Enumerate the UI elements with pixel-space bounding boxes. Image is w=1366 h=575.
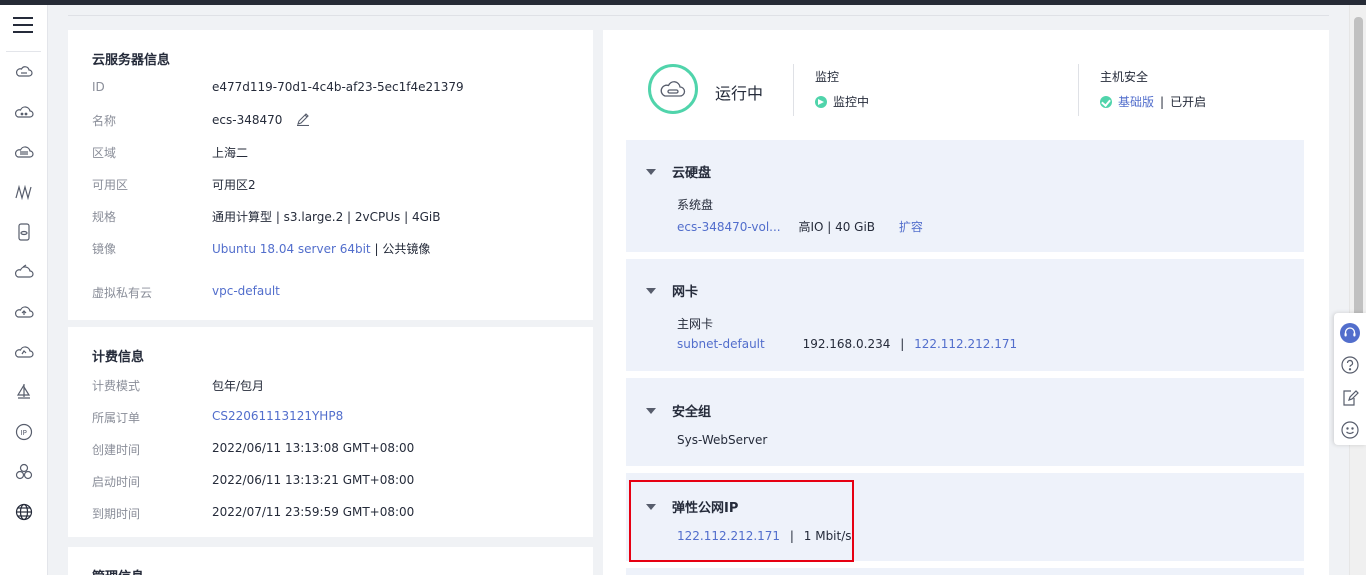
id-value: e477d119-70d1-4c4b-af23-5ec1f4e21379 bbox=[212, 80, 464, 94]
collapse-triangle-icon bbox=[646, 168, 656, 175]
az-value: 可用区2 bbox=[212, 178, 256, 192]
primary-nic-label: 主网卡 bbox=[677, 317, 714, 331]
host-security-status: 基础版 | 已开启 bbox=[1100, 93, 1206, 110]
management-info-card: 管理信息 bbox=[68, 547, 593, 575]
order-label: 所属订单 bbox=[92, 411, 141, 425]
edit-icon[interactable] bbox=[296, 112, 310, 127]
ip-icon[interactable]: IP bbox=[14, 422, 34, 442]
image-type: | 公共镜像 bbox=[370, 242, 431, 256]
help-icon[interactable] bbox=[1340, 355, 1360, 375]
highlight-box bbox=[629, 480, 854, 562]
monitor-value: 监控中 bbox=[833, 95, 870, 109]
rail-divider bbox=[6, 51, 41, 52]
name-value: ecs-348470 bbox=[212, 113, 283, 127]
billing-mode-value: 包年/包月 bbox=[212, 379, 265, 393]
menu-icon[interactable] bbox=[13, 17, 33, 35]
globe-icon[interactable] bbox=[14, 502, 34, 522]
security-group-panel: 安全组 Sys-WebServer bbox=[626, 378, 1304, 466]
disk-panel-toggle[interactable]: 云硬盘 bbox=[646, 162, 711, 181]
sailboat-icon[interactable] bbox=[14, 382, 34, 402]
cloud-sync-icon[interactable] bbox=[14, 262, 34, 282]
cloud-server-icon[interactable] bbox=[14, 62, 34, 82]
monitor-title: 监控 bbox=[815, 70, 840, 84]
header-divider bbox=[68, 15, 1329, 16]
image-label: 镜像 bbox=[92, 242, 117, 256]
running-status-icon bbox=[648, 64, 698, 114]
collapse-triangle-icon bbox=[646, 287, 656, 294]
image-link[interactable]: Ubuntu 18.04 server 64bit bbox=[212, 242, 371, 256]
left-nav-rail: IP bbox=[0, 5, 48, 575]
next-panel bbox=[626, 568, 1304, 575]
database-icon[interactable] bbox=[14, 222, 34, 242]
customer-service-icon[interactable] bbox=[1340, 323, 1360, 343]
feedback-icon[interactable] bbox=[1340, 388, 1360, 408]
flavor-label: 规格 bbox=[92, 210, 117, 224]
started-value: 2022/06/11 13:13:21 GMT+08:00 bbox=[212, 473, 415, 487]
created-label: 创建时间 bbox=[92, 443, 141, 457]
floating-toolbar bbox=[1334, 313, 1366, 445]
server-info-card: 云服务器信息 ID e477d119-70d1-4c4b-af23-5ec1f4… bbox=[68, 30, 593, 320]
disk-panel-title: 云硬盘 bbox=[672, 166, 712, 181]
subnet-link[interactable]: subnet-default bbox=[677, 337, 765, 351]
vpc-label: 虚拟私有云 bbox=[92, 286, 153, 300]
image-value-row: Ubuntu 18.04 server 64bit | 公共镜像 bbox=[212, 240, 430, 257]
order-link[interactable]: CS22061113121YHP8 bbox=[212, 409, 343, 423]
secgroup-panel-toggle[interactable]: 安全组 bbox=[646, 401, 711, 420]
flavor-value: 通用计算型 | s3.large.2 | 2vCPUs | 4GiB bbox=[212, 210, 441, 224]
management-info-title: 管理信息 bbox=[92, 566, 144, 575]
id-label: ID bbox=[92, 80, 105, 94]
disk-panel: 云硬盘 系统盘 ecs-348470-vol... 高IO | 40 GiB 扩… bbox=[626, 140, 1304, 252]
disk-spec: 高IO | 40 GiB bbox=[798, 220, 876, 234]
billing-mode-label: 计费模式 bbox=[92, 379, 141, 393]
expiry-value: 2022/07/11 23:59:59 GMT+08:00 bbox=[212, 505, 415, 519]
az-label: 可用区 bbox=[92, 178, 129, 192]
collapse-triangle-icon bbox=[646, 407, 656, 414]
check-icon bbox=[1100, 95, 1112, 108]
name-value-row: ecs-348470 bbox=[212, 112, 310, 127]
nic-panel-toggle[interactable]: 网卡 bbox=[646, 281, 698, 300]
chart-icon[interactable] bbox=[14, 182, 34, 202]
vpc-link[interactable]: vpc-default bbox=[212, 284, 280, 298]
security-enabled-value: 已开启 bbox=[1170, 95, 1207, 109]
nic-panel: 网卡 主网卡 subnet-default 192.168.0.234 | 12… bbox=[626, 259, 1304, 371]
security-edition-link[interactable]: 基础版 bbox=[1118, 93, 1154, 110]
status-divider-2 bbox=[1078, 64, 1079, 116]
running-status-text: 运行中 bbox=[715, 84, 764, 103]
svg-text:IP: IP bbox=[21, 429, 27, 437]
private-ip: 192.168.0.234 bbox=[802, 337, 891, 351]
system-disk-label: 系统盘 bbox=[677, 198, 714, 212]
nic-panel-title: 网卡 bbox=[672, 285, 699, 300]
expiry-label: 到期时间 bbox=[92, 507, 141, 521]
region-label: 区域 bbox=[92, 146, 117, 160]
name-label: 名称 bbox=[92, 114, 117, 128]
region-value: 上海二 bbox=[212, 146, 249, 160]
scrollbar[interactable] bbox=[1349, 5, 1366, 575]
secgroup-panel-title: 安全组 bbox=[672, 405, 712, 420]
disk-name-link[interactable]: ecs-348470-vol... bbox=[677, 220, 781, 234]
cloud-upload-icon[interactable] bbox=[14, 302, 34, 322]
host-security-title: 主机安全 bbox=[1100, 70, 1149, 84]
billing-info-title: 计费信息 bbox=[92, 350, 145, 365]
public-ip-link[interactable]: 122.112.212.171 bbox=[914, 337, 1017, 351]
monitor-status[interactable]: 监控中 bbox=[815, 93, 869, 110]
cluster-icon[interactable] bbox=[14, 462, 34, 482]
started-label: 启动时间 bbox=[92, 475, 141, 489]
expand-link[interactable]: 扩容 bbox=[899, 220, 923, 234]
cloud-disk-icon[interactable] bbox=[14, 142, 34, 162]
arrow-right-icon bbox=[815, 95, 827, 108]
created-value: 2022/06/11 13:13:08 GMT+08:00 bbox=[212, 441, 415, 455]
nic-detail-row: subnet-default 192.168.0.234 | 122.112.2… bbox=[677, 337, 1018, 351]
secgroup-link[interactable]: Sys-WebServer bbox=[677, 433, 767, 447]
server-info-title: 云服务器信息 bbox=[92, 53, 171, 68]
billing-info-card: 计费信息 计费模式 包年/包月 所属订单 CS22061113121YHP8 创… bbox=[68, 327, 593, 537]
disk-detail-row: ecs-348470-vol... 高IO | 40 GiB 扩容 bbox=[677, 218, 923, 235]
cloud-icon[interactable] bbox=[14, 102, 34, 122]
status-divider-1 bbox=[793, 64, 794, 116]
cloud-download-icon[interactable] bbox=[14, 342, 34, 362]
smile-icon[interactable] bbox=[1340, 420, 1360, 440]
